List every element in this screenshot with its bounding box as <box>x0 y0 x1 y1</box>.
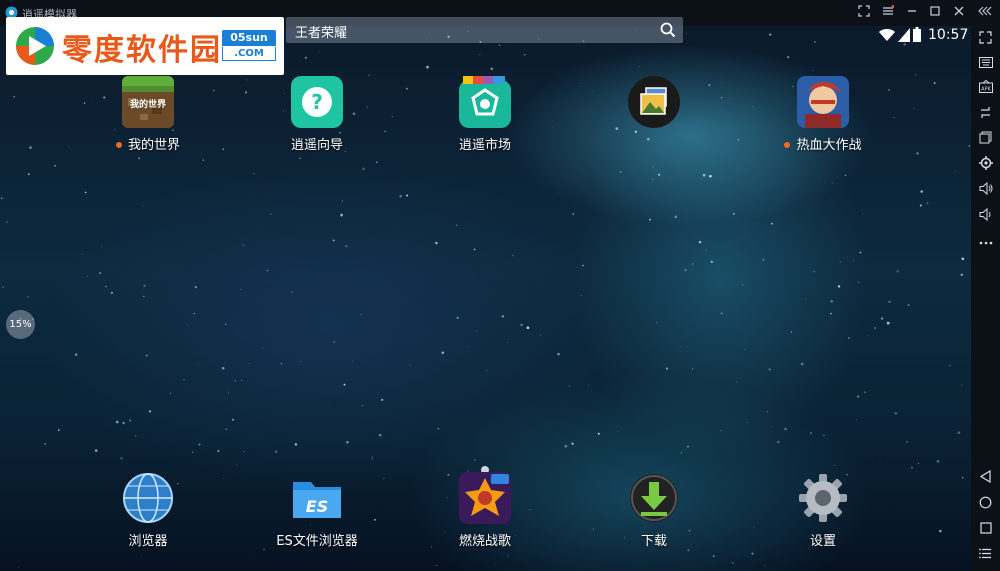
more-icon <box>979 241 992 245</box>
collapse-sidebar-button[interactable] <box>976 4 994 22</box>
app-ranshao-zhange[interactable]: 燃烧战歌 <box>425 472 545 549</box>
android-menu-button[interactable] <box>975 545 996 565</box>
signal-icon <box>898 28 910 42</box>
rotate-button[interactable] <box>975 105 996 125</box>
emulator-window: 我的世界 我的世界 ? 逍遥向导 逍遥市场 热血大作战 15% 浏览器 ES E… <box>0 0 1000 571</box>
app-browser[interactable]: 浏览器 <box>88 472 208 549</box>
multi-window-icon <box>979 131 992 144</box>
volume-down-icon <box>979 207 990 222</box>
more-button[interactable] <box>975 232 996 252</box>
app-label: 逍遥市场 <box>458 138 511 153</box>
volume-up-icon <box>979 181 992 196</box>
watermark-badge-bottom: .COM <box>222 47 276 61</box>
minimize-button[interactable] <box>903 4 921 22</box>
android-home-button[interactable] <box>975 495 996 515</box>
keyboard-icon <box>978 57 993 68</box>
search-input[interactable]: 王者荣耀 <box>295 22 347 41</box>
apk-install-button[interactable]: APK <box>975 79 996 99</box>
app-label: 燃烧战歌 <box>458 534 511 549</box>
svg-text:ES: ES <box>306 497 328 516</box>
home-icon <box>979 496 992 509</box>
wifi-icon <box>879 29 895 41</box>
svg-text:?: ? <box>311 90 323 114</box>
game-hero-icon <box>797 76 849 128</box>
maximize-icon <box>930 6 940 16</box>
app-xiaoyao-guide[interactable]: ? 逍遥向导 <box>257 76 377 153</box>
watermark-badge-top: 05sun <box>222 30 276 46</box>
hamburger-menu-icon <box>883 5 895 15</box>
minimize-icon <box>908 10 916 12</box>
android-recents-button[interactable] <box>975 520 996 540</box>
app-settings[interactable]: 设置 <box>763 472 883 549</box>
watermark-logo: 零度软件园 05sun .COM <box>6 17 284 75</box>
android-back-button[interactable] <box>975 469 996 489</box>
watermark-text: 零度软件园 <box>62 33 222 68</box>
gallery-icon <box>628 76 680 128</box>
app-xiaoyao-market[interactable]: 逍遥市场 <box>425 76 545 153</box>
app-es-file-explorer[interactable]: ES ES文件浏览器 <box>257 472 377 549</box>
minecraft-icon: 我的世界 <box>122 76 174 128</box>
help-guide-icon: ? <box>291 76 343 128</box>
app-label: 我的世界 <box>127 138 180 153</box>
app-label: 下载 <box>640 534 667 549</box>
emulator-toolbar: APK <box>971 26 1000 571</box>
app-download[interactable]: 下载 <box>594 472 714 549</box>
settings-button[interactable] <box>975 156 996 176</box>
download-icon <box>630 474 678 522</box>
volume-down-button[interactable] <box>975 207 996 227</box>
es-file-folder-icon: ES <box>293 482 341 518</box>
market-icon <box>459 76 511 128</box>
back-icon <box>979 469 991 484</box>
cpu-usage-value: 15% <box>9 319 32 330</box>
app-minecraft[interactable]: 我的世界 我的世界 <box>88 76 208 153</box>
menu-button[interactable] <box>879 4 897 22</box>
apk-install-icon: APK <box>978 79 993 93</box>
app-label: 逍遥向导 <box>290 138 343 153</box>
maximize-button[interactable] <box>926 4 944 22</box>
screenshot-mode-button[interactable] <box>855 4 873 22</box>
recents-icon <box>979 522 992 534</box>
search-bar[interactable]: 王者荣耀 <box>286 17 683 43</box>
keyboard-button[interactable] <box>975 54 996 74</box>
settings-icon <box>978 156 993 170</box>
browser-globe-icon <box>123 473 173 523</box>
app-label: ES文件浏览器 <box>276 534 358 549</box>
app-gallery[interactable] <box>594 76 714 134</box>
cpu-usage-indicator[interactable]: 15% <box>6 310 35 339</box>
app-rexue-dazuozhan[interactable]: 热血大作战 <box>763 76 883 153</box>
rotate-icon <box>981 107 990 118</box>
app-label: 热血大作战 <box>796 138 862 153</box>
close-button[interactable] <box>950 4 968 22</box>
android-home-screen: 我的世界 我的世界 ? 逍遥向导 逍遥市场 热血大作战 15% 浏览器 ES E… <box>0 26 971 571</box>
svg-text:APK: APK <box>981 87 991 93</box>
settings-gear-icon <box>799 474 847 522</box>
volume-up-button[interactable] <box>975 181 996 201</box>
app-label: 设置 <box>809 534 836 549</box>
new-badge-dot <box>784 141 791 148</box>
menu-icon <box>979 548 991 559</box>
close-icon <box>954 6 964 16</box>
game-burning-icon <box>459 472 511 524</box>
search-icon[interactable] <box>659 21 677 39</box>
status-clock: 10:57 <box>928 27 969 43</box>
battery-icon <box>913 27 921 42</box>
play-logo-icon <box>16 27 54 65</box>
chevrons-left-icon <box>978 6 992 16</box>
multi-window-button[interactable] <box>975 130 996 150</box>
fullscreen-button[interactable] <box>975 30 996 50</box>
app-label: 浏览器 <box>128 534 168 549</box>
fullscreen-icon <box>979 31 992 44</box>
svg-text:我的世界: 我的世界 <box>130 98 166 110</box>
new-badge-dot <box>115 141 122 148</box>
expand-arrows-icon <box>858 5 870 17</box>
